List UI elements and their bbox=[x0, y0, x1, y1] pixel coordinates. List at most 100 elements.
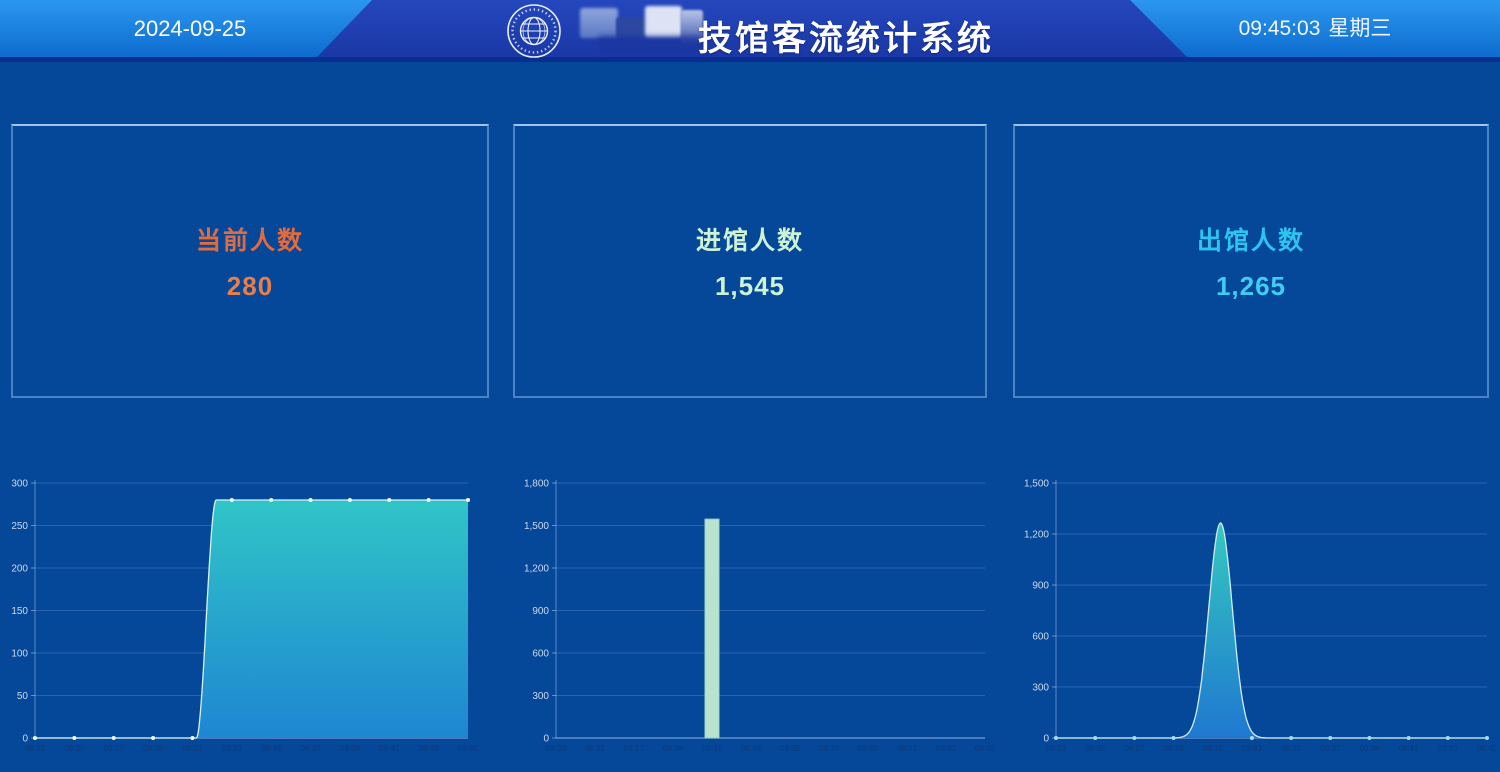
entered-visitors-card: 进馆人数 1,545 bbox=[513, 124, 987, 398]
x-axis-label: 09:37 bbox=[301, 744, 322, 753]
data-point-marker bbox=[1054, 736, 1058, 740]
weekday-text: 星期三 bbox=[1328, 17, 1391, 40]
x-axis-label: 09:35 bbox=[780, 744, 801, 753]
current-date: 2024-09-25 bbox=[90, 0, 290, 57]
y-axis-label: 1,500 bbox=[1024, 479, 1049, 490]
card-value: 1,265 bbox=[1216, 271, 1286, 302]
y-axis-label: 200 bbox=[11, 564, 28, 575]
y-axis-label: 0 bbox=[22, 734, 28, 745]
x-axis-label: 09:41 bbox=[379, 744, 400, 753]
series-line bbox=[1056, 523, 1487, 738]
data-point-marker bbox=[1172, 736, 1176, 740]
y-axis-label: 1,200 bbox=[524, 564, 549, 575]
data-point-marker bbox=[112, 736, 116, 740]
y-axis-label: 1,800 bbox=[524, 479, 549, 490]
y-axis-label: 300 bbox=[1032, 683, 1049, 694]
x-axis-label: 09:43 bbox=[419, 744, 440, 753]
data-point-marker bbox=[1485, 736, 1489, 740]
censor-blur-patch bbox=[598, 36, 702, 52]
x-axis-label: 09:39 bbox=[340, 744, 361, 753]
data-point-marker bbox=[33, 736, 37, 740]
y-axis-label: 600 bbox=[1032, 632, 1049, 643]
data-point-marker bbox=[387, 498, 391, 502]
data-point-marker bbox=[466, 498, 470, 502]
x-axis-label: 09:37 bbox=[1320, 744, 1341, 753]
x-axis-label: 09:23 bbox=[1046, 744, 1067, 753]
card-value: 1,545 bbox=[715, 271, 785, 302]
x-axis-label: 09:41 bbox=[1399, 744, 1420, 753]
data-point-marker bbox=[1367, 736, 1371, 740]
data-point-marker bbox=[1289, 736, 1293, 740]
x-axis-label: 09:33 bbox=[741, 744, 762, 753]
data-point-marker bbox=[348, 498, 352, 502]
data-point-marker bbox=[230, 498, 234, 502]
y-axis-label: 50 bbox=[17, 691, 29, 702]
x-axis-label: 09:23 bbox=[546, 744, 567, 753]
y-axis-label: 150 bbox=[11, 606, 28, 617]
x-axis-label: 09:33 bbox=[222, 744, 243, 753]
y-axis-label: 1,200 bbox=[1024, 530, 1049, 541]
area-fill bbox=[35, 500, 468, 738]
x-axis-label: 09:31 bbox=[702, 744, 723, 753]
x-axis-label: 09:39 bbox=[1359, 744, 1380, 753]
x-axis-label: 09:25 bbox=[1085, 744, 1106, 753]
censor-blur-patch bbox=[580, 8, 618, 38]
current-visitors-card: 当前人数 280 bbox=[11, 124, 489, 398]
data-point-marker bbox=[1328, 736, 1332, 740]
y-axis-label: 1,500 bbox=[524, 521, 549, 532]
x-axis-label: 09:45 bbox=[458, 744, 479, 753]
y-axis-label: 900 bbox=[532, 606, 549, 617]
data-point-marker bbox=[1446, 736, 1450, 740]
card-label: 出馆人数 bbox=[1197, 221, 1305, 257]
data-point-marker bbox=[427, 498, 431, 502]
y-axis-label: 600 bbox=[532, 649, 549, 660]
x-axis-label: 09:25 bbox=[585, 744, 606, 753]
censor-blur-patch bbox=[645, 6, 682, 38]
x-axis-label: 09:27 bbox=[1124, 744, 1145, 753]
card-value: 280 bbox=[227, 271, 273, 302]
y-axis-label: 300 bbox=[532, 691, 549, 702]
x-axis-label: 09:23 bbox=[25, 744, 46, 753]
current-time: 09:45:03星期三 bbox=[1205, 0, 1425, 57]
data-point-marker bbox=[190, 736, 194, 740]
censor-blur-patch bbox=[616, 17, 646, 38]
card-label: 进馆人数 bbox=[696, 221, 804, 257]
x-axis-label: 09:43 bbox=[1438, 744, 1459, 753]
x-axis-label: 09:29 bbox=[663, 744, 684, 753]
y-axis-label: 100 bbox=[11, 649, 28, 660]
x-axis-label: 09:45 bbox=[1477, 744, 1498, 753]
y-axis-label: 300 bbox=[11, 479, 28, 490]
data-point-marker bbox=[309, 498, 313, 502]
page-title: 技馆客流统计系统 bbox=[698, 11, 994, 60]
x-axis-label: 09:35 bbox=[261, 744, 282, 753]
bar bbox=[705, 519, 719, 738]
current-visitors-area-chart: 0 50 100 150 200 250 300 09:23 09:25 09:27 09:29 09… bbox=[0, 470, 500, 772]
y-axis-label: 900 bbox=[1032, 581, 1049, 592]
data-point-marker bbox=[1407, 736, 1411, 740]
data-point-marker bbox=[1250, 736, 1254, 740]
y-axis-label: 250 bbox=[11, 521, 28, 532]
x-axis-label: 09:27 bbox=[104, 744, 125, 753]
x-axis-label: 09:45 bbox=[975, 744, 996, 753]
data-point-marker bbox=[1132, 736, 1136, 740]
y-axis-label: 0 bbox=[543, 734, 549, 745]
exited-visitors-area-chart: 03006009001,2001,50009:2309:2509:2709:29… bbox=[1000, 470, 1500, 772]
x-axis-label: 09:27 bbox=[624, 744, 645, 753]
data-point-marker bbox=[151, 736, 155, 740]
card-label: 当前人数 bbox=[196, 221, 304, 257]
x-axis-label: 09:25 bbox=[64, 744, 85, 753]
header-bar: 2024-09-25 技馆客流统计系统 09:45:03星期三 bbox=[0, 0, 1500, 62]
data-point-marker bbox=[1093, 736, 1097, 740]
x-axis-label: 09:37 bbox=[819, 744, 840, 753]
x-axis-label: 09:43 bbox=[936, 744, 957, 753]
x-axis-label: 09:29 bbox=[1164, 744, 1185, 753]
x-axis-label: 09:29 bbox=[143, 744, 164, 753]
entered-visitors-bar-chart: 0 300 600 900 1,200 1,500 1,800 09:23 09:25 09:27… bbox=[500, 470, 1000, 772]
exited-visitors-card: 出馆人数 1,265 bbox=[1013, 124, 1489, 398]
x-axis-label: 09:31 bbox=[1203, 744, 1224, 753]
x-axis-label: 09:35 bbox=[1281, 744, 1302, 753]
x-axis-label: 09:33 bbox=[1242, 744, 1263, 753]
visitor-stats-dashboard: 2024-09-25 技馆客流统计系统 09:45:03星期三 当前人数 280… bbox=[0, 0, 1500, 772]
x-axis-label: 09:41 bbox=[897, 744, 918, 753]
globe-emblem-icon bbox=[506, 3, 562, 59]
